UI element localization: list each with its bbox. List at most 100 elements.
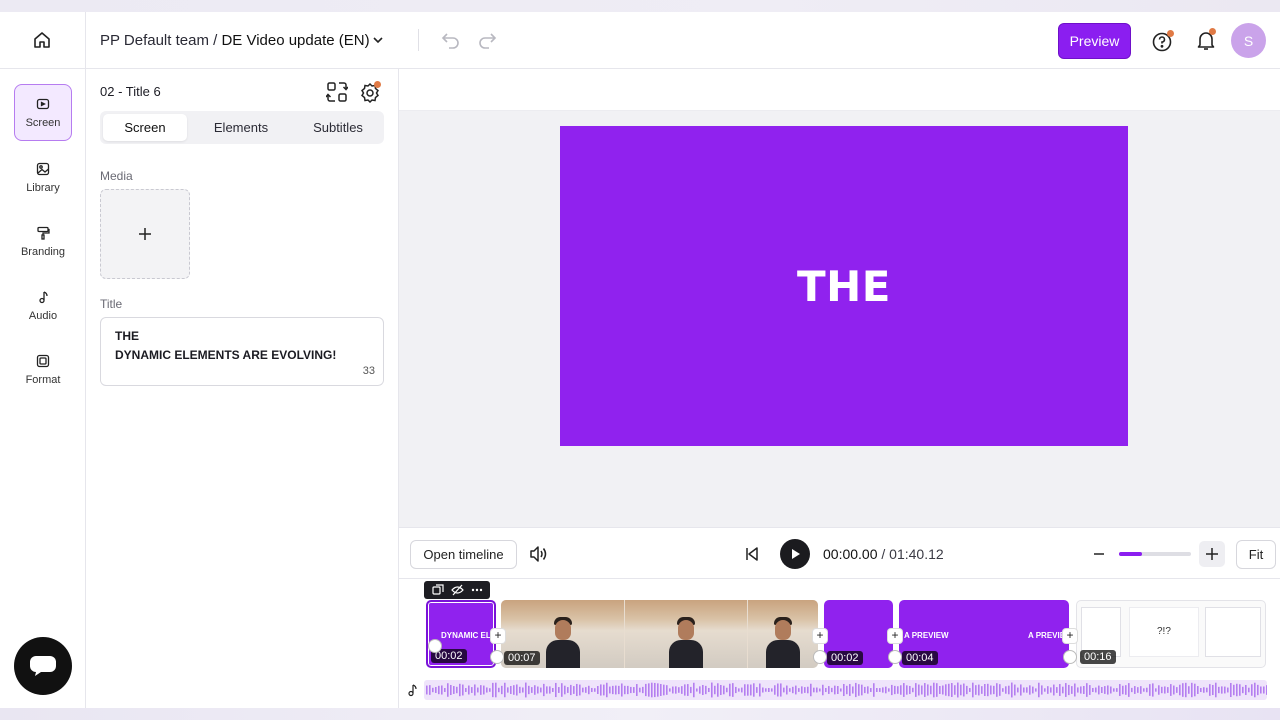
timeline-clip[interactable]: 00:07 [501,600,818,668]
waveform-bar [1053,684,1055,696]
waveform-bar [1191,682,1193,698]
rail-item-library[interactable]: Library [14,149,72,206]
duplicate-clip-button[interactable] [431,584,444,596]
waveform-bar [732,683,734,697]
waveform-bar [915,683,917,697]
scene-settings-button[interactable] [359,81,381,104]
rail-item-branding[interactable]: Branding [14,213,72,270]
waveform-bar [1212,684,1214,696]
waveform-bar [660,684,662,696]
add-media-button[interactable] [100,189,190,279]
clip-visibility-toggle[interactable] [888,650,902,664]
help-button[interactable] [1151,29,1175,53]
insert-clip-button[interactable]: + [491,629,505,643]
waveform-bar [789,688,791,692]
fit-button[interactable]: Fit [1236,540,1276,569]
slide-preview[interactable]: THE [560,126,1128,446]
project-menu-chevron[interactable] [370,32,386,48]
waveform-bar [969,688,971,692]
waveform-bar [657,683,659,697]
play-button[interactable] [780,539,810,569]
user-avatar[interactable]: S [1231,23,1266,58]
rail-item-screen[interactable]: Screen [14,84,72,141]
project-name[interactable]: DE Video update (EN) [221,32,369,49]
tab-screen[interactable]: Screen [103,114,187,141]
zoom-out-button[interactable] [1089,544,1109,564]
timeline-clip[interactable]: DYNAMIC ELE 00:02 [426,600,496,668]
waveform-bar [987,683,989,697]
waveform-bar [855,682,857,698]
waveform-bar [711,682,713,698]
open-timeline-button[interactable]: Open timeline [410,540,517,569]
waveform-bar [1239,684,1241,696]
rail-item-audio[interactable]: Audio [14,277,72,334]
team-name[interactable]: PP Default team / [100,32,221,49]
rail-label-format: Format [25,373,61,386]
waveform-bar [837,686,839,694]
waveform-bar [1104,686,1106,694]
waveform-bar [1101,686,1103,694]
clip-visibility-toggle[interactable] [1063,650,1077,664]
waveform-bar [504,682,506,698]
waveform-bar [930,685,932,695]
waveform-bar [876,688,878,692]
waveform-bar [975,685,977,695]
insert-clip-button[interactable]: + [888,629,902,643]
volume-button[interactable] [528,543,550,565]
waveform-bar [777,683,779,697]
clip-label: DYNAMIC ELE [441,631,496,640]
timeline-clip[interactable]: A PREVIEW A PREVIEW 00:04 [899,600,1069,668]
notifications-button[interactable] [1194,28,1218,52]
waveform-bar [978,684,980,696]
waveform-bar [651,682,653,698]
redo-button[interactable] [476,29,498,51]
replace-scene-button[interactable] [325,81,349,103]
waveform-bar [726,687,728,693]
zoom-slider[interactable] [1119,552,1191,556]
waveform-bar [678,687,680,693]
hide-clip-button[interactable] [450,584,464,596]
waveform-bar [795,685,797,695]
clip-label-left: A PREVIEW [904,631,949,640]
waveform-bar [948,683,950,697]
waveform-bar [1149,684,1151,696]
waveform-bar [1146,687,1148,693]
more-options-button[interactable] [471,584,483,596]
insert-clip-button[interactable]: + [813,629,827,643]
audio-track[interactable] [424,680,1267,700]
home-button[interactable] [28,26,56,54]
chat-support-button[interactable] [14,637,72,695]
waveform-bar [477,687,479,693]
waveform-bar [1017,687,1019,693]
rail-item-format[interactable]: Format [14,341,72,398]
waveform-bar [1233,684,1235,696]
zoom-in-button[interactable] [1199,541,1225,567]
tab-subtitles[interactable]: Subtitles [295,114,381,141]
waveform-bar [663,684,665,696]
clip-visibility-toggle[interactable] [813,650,827,664]
timeline-clip[interactable]: 00:02 [824,600,893,668]
paint-roller-icon [37,226,50,240]
waveform-bar [636,684,638,696]
waveform-bar [456,686,458,694]
clip-visibility-toggle[interactable] [490,650,504,664]
waveform-bar [960,684,962,696]
preview-button[interactable]: Preview [1058,23,1131,59]
waveform-bar [702,684,704,696]
title-text-field[interactable]: THE DYNAMIC ELEMENTS ARE EVOLVING! 33 [100,317,384,386]
waveform-bar [531,687,533,693]
swap-layout-icon [325,82,349,102]
waveform-bar [1041,685,1043,695]
clip-visibility-toggle[interactable] [428,639,442,653]
waveform-bar [1263,686,1265,694]
waveform-bar [1086,683,1088,697]
insert-clip-button[interactable]: + [1063,629,1077,643]
waveform-bar [1020,684,1022,696]
tab-elements[interactable]: Elements [195,114,287,141]
undo-button[interactable] [440,29,462,51]
waveform-bar [1161,686,1163,694]
header-separator [418,29,419,51]
timeline-clip[interactable]: ?!? 00:16 [1076,600,1266,668]
skip-back-button[interactable] [743,545,761,563]
waveform-bar [495,682,497,698]
